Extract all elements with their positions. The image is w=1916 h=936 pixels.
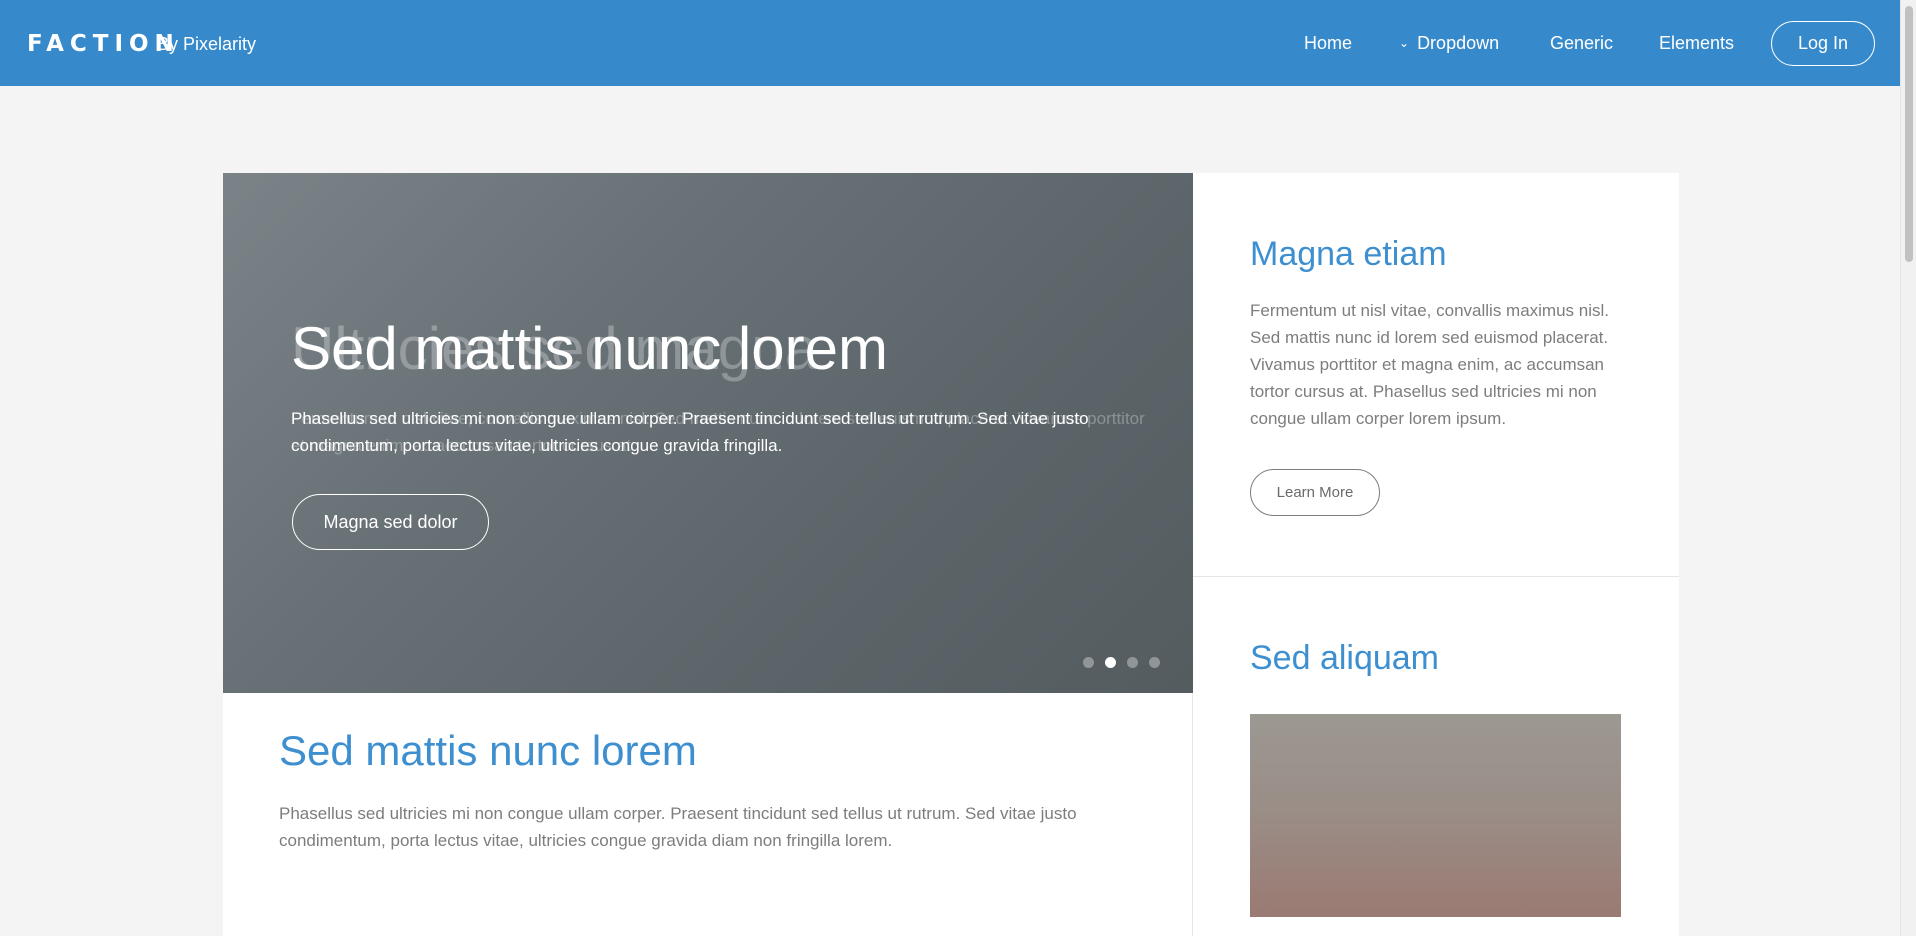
page-scrollbar[interactable]: [1900, 0, 1916, 936]
slide-cta-button[interactable]: Magna sed dolor: [292, 494, 489, 550]
login-button[interactable]: Log In: [1771, 21, 1875, 66]
scrollbar-thumb[interactable]: [1905, 6, 1913, 262]
sidebar-image: [1250, 714, 1621, 917]
slide-text: Phasellus sed ultricies mi non congue ul…: [291, 409, 1089, 455]
slider-dot[interactable]: [1105, 657, 1116, 668]
sidebar-bottom-title: Sed aliquam: [1250, 639, 1440, 677]
article-section: Sed mattis nunc lorem Phasellus sed ultr…: [223, 693, 1193, 936]
chevron-down-icon: ⌄: [1399, 36, 1410, 50]
slide-title: Sed mattis nunc lorem: [291, 315, 888, 382]
sidebar-bottom-panel: Sed aliquam: [1193, 577, 1679, 936]
nav-dropdown[interactable]: ⌄ Dropdown: [1399, 31, 1499, 57]
main-nav: Home ⌄ Dropdown Generic Elements Log In: [0, 21, 1901, 66]
hero-slider: Ultricies sed magna Sed mattis nunc lore…: [223, 173, 1193, 693]
nav-home[interactable]: Home: [1304, 31, 1352, 55]
learn-more-button[interactable]: Learn More: [1250, 469, 1380, 516]
nav-elements[interactable]: Elements: [1659, 31, 1734, 55]
nav-generic[interactable]: Generic: [1550, 31, 1613, 55]
sidebar-top-text: Fermentum ut nisl vitae, convallis maxim…: [1250, 301, 1610, 428]
slider-dot[interactable]: [1127, 657, 1138, 668]
article-title: Sed mattis nunc lorem: [279, 727, 697, 774]
site-header: FACTION By Pixelarity Home ⌄ Dropdown Gen…: [0, 0, 1901, 86]
nav-dropdown-label: Dropdown: [1417, 33, 1500, 53]
main-content: Ultricies sed magna Sed mattis nunc lore…: [223, 173, 1679, 936]
article-text: Phasellus sed ultricies mi non congue ul…: [279, 804, 1077, 850]
slider-dot[interactable]: [1149, 657, 1160, 668]
slider-dot[interactable]: [1083, 657, 1094, 668]
sidebar-top-panel: Magna etiam Fermentum ut nisl vitae, con…: [1193, 173, 1679, 577]
sidebar-top-title: Magna etiam: [1250, 235, 1447, 273]
